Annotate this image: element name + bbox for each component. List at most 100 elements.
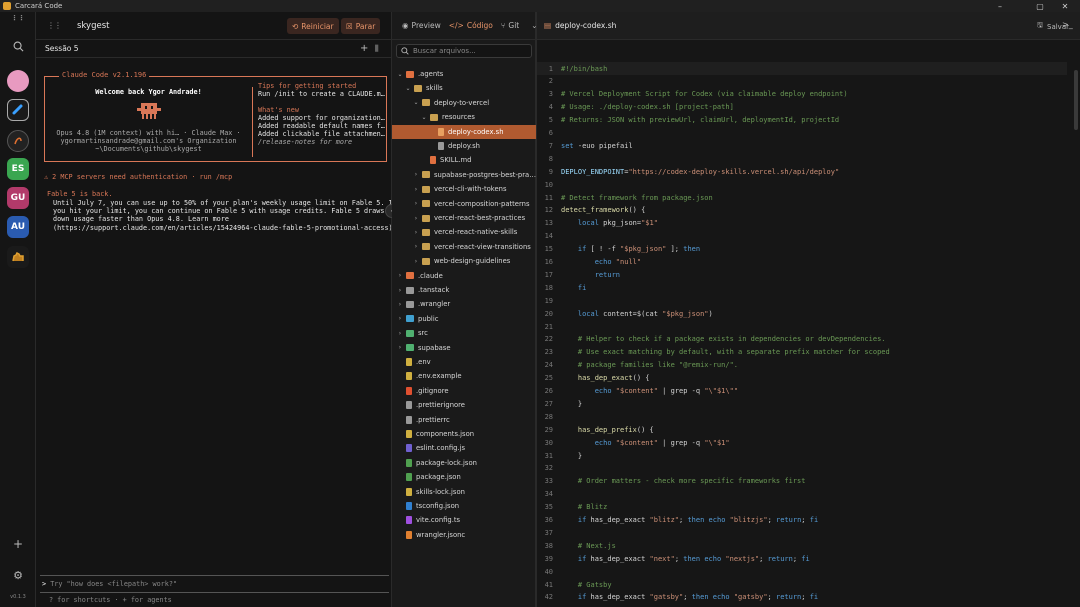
tree-file[interactable]: tsconfig.json (392, 499, 536, 513)
code-line[interactable]: 17 return (537, 268, 1067, 281)
tree-folder[interactable]: › web-design-guidelines (392, 254, 536, 268)
code-line[interactable]: 26 echo "$content" | grep -q "\"$1\"" (537, 385, 1067, 398)
code-line[interactable]: 14 (537, 230, 1067, 243)
tree-folder[interactable]: › .claude (392, 269, 536, 283)
tree-file[interactable]: .env.example (392, 369, 536, 383)
tree-folder[interactable]: ⌄ resources (392, 110, 536, 124)
code-line[interactable]: 30 echo "$content" | grep -q "\"$1" (537, 436, 1067, 449)
code-line[interactable]: 9 DEPLOY_ENDPOINT = "https://codex-deploy-s… (537, 165, 1067, 178)
code-line[interactable]: 13 local pkg_json= "$1" (537, 217, 1067, 230)
code-line[interactable]: 34 (537, 488, 1067, 501)
menu-grid-icon[interactable]: ⋮⋮ (47, 21, 62, 30)
code-line[interactable]: 41 # Gatsby (537, 578, 1067, 591)
code-line[interactable]: 16 echo "null" (537, 256, 1067, 269)
code-line[interactable]: 33 # Order matters - check more specific… (537, 475, 1067, 488)
settings-gear-icon[interactable]: ⚙ (7, 564, 29, 586)
code-line[interactable]: 10 (537, 178, 1067, 191)
editor-scrollbar[interactable] (1074, 70, 1078, 130)
code-line[interactable]: 36 if has_dep_exact "blitz"; then echo "… (537, 514, 1067, 527)
tree-file[interactable]: eslint.config.js (392, 441, 536, 455)
code-line[interactable]: 4 # Usage: ./deploy-codex.sh [project-pat… (537, 101, 1067, 114)
tree-file[interactable]: .gitignore (392, 384, 536, 398)
tree-folder[interactable]: › .tanstack (392, 283, 536, 297)
tree-file[interactable]: deploy.sh (392, 139, 536, 153)
minimize-button[interactable]: – (984, 0, 1016, 12)
tree-folder[interactable]: › vercel-composition-patterns (392, 197, 536, 211)
workspace-au[interactable]: AU (7, 216, 29, 238)
code-line[interactable]: 40 (537, 565, 1067, 578)
tree-file[interactable]: vite.config.ts (392, 513, 536, 527)
tree-folder[interactable]: › vercel-cli-with-tokens (392, 182, 536, 196)
stop-button[interactable]: ☒ Parar (341, 18, 381, 34)
code-line[interactable]: 15 if [ ! -f "$pkg_json" ]; then (537, 243, 1067, 256)
editor-tab[interactable]: ▤ deploy-codex.sh (544, 21, 616, 30)
code-line[interactable]: 25 has_dep_exact() { (537, 372, 1067, 385)
code-line[interactable]: 1 #!/bin/bash (537, 62, 1067, 75)
code-line[interactable]: 27 } (537, 397, 1067, 410)
search-icon[interactable] (7, 35, 29, 57)
tree-file[interactable]: package.json (392, 470, 536, 484)
tree-folder[interactable]: › public (392, 312, 536, 326)
code-line[interactable]: 2 (537, 75, 1067, 88)
new-session-button[interactable]: + (360, 43, 368, 54)
tab-preview[interactable]: ◉ Preview (402, 21, 441, 30)
code-line[interactable]: 28 (537, 410, 1067, 423)
code-line[interactable]: 32 (537, 462, 1067, 475)
restart-button[interactable]: ⟲ Reiniciar (287, 18, 339, 34)
code-line[interactable]: 6 (537, 127, 1067, 140)
code-line[interactable]: 29 has_dep_prefix() { (537, 423, 1067, 436)
code-line[interactable]: 19 (537, 294, 1067, 307)
code-line[interactable]: 20 local content=$(cat "$pkg_json") (537, 307, 1067, 320)
tree-file[interactable]: wrangler.jsonc (392, 528, 536, 542)
code-line[interactable]: 21 (537, 320, 1067, 333)
code-line[interactable]: 8 (537, 152, 1067, 165)
tree-file[interactable]: SKILL.md (392, 153, 536, 167)
code-line[interactable]: 3 # Vercel Deployment Script for Codex (v… (537, 88, 1067, 101)
code-line[interactable]: 23 # Use exact matching by default, with… (537, 346, 1067, 359)
tree-file[interactable]: components.json (392, 427, 536, 441)
tree-file[interactable]: package-lock.json (392, 456, 536, 470)
tree-folder[interactable]: › src (392, 326, 536, 340)
tree-file[interactable]: skills-lock.json (392, 485, 536, 499)
add-workspace-button[interactable]: + (7, 533, 29, 555)
code-line[interactable]: 5 # Returns: JSON with previewUrl, claimU… (537, 114, 1067, 127)
tree-folder[interactable]: › vercel-react-best-practices (392, 211, 536, 225)
code-line[interactable]: 7 set -euo pipefail (537, 139, 1067, 152)
code-line[interactable]: 11 # Detect framework from package.json (537, 191, 1067, 204)
avatar-pink[interactable] (7, 70, 29, 92)
code-line[interactable]: 39 if has_dep_exact "next"; then echo "n… (537, 552, 1067, 565)
code-line[interactable]: 31 } (537, 449, 1067, 462)
tree-folder[interactable]: ⌄ deploy-to-vercel (392, 96, 536, 110)
close-button[interactable]: ✕ (1050, 0, 1080, 12)
tree-folder[interactable]: › supabase (392, 341, 536, 355)
terminal-toggle-icon[interactable]: >_ (1062, 20, 1073, 29)
code-line[interactable]: 38 # Next.js (537, 539, 1067, 552)
tree-folder[interactable]: ⌄ skills (392, 81, 536, 95)
workspace-gu[interactable]: GU (7, 187, 29, 209)
tab-git[interactable]: ⑂ Git (501, 21, 519, 30)
code-line[interactable]: 18 fi (537, 281, 1067, 294)
avatar-dark[interactable] (7, 130, 29, 152)
prompt-input[interactable]: > Try "how does <filepath> work?" (40, 578, 389, 590)
tree-file[interactable]: .env (392, 355, 536, 369)
tree-file[interactable]: deploy-codex.sh (392, 124, 536, 139)
code-line[interactable]: 12 detect_framework() { (537, 204, 1067, 217)
tab-code[interactable]: </> Código (449, 21, 493, 30)
tree-folder[interactable]: › .wrangler (392, 297, 536, 311)
tree-folder[interactable]: › supabase-postgres-best-pra… (392, 168, 536, 182)
code-line[interactable]: 37 (537, 526, 1067, 539)
drag-handle-icon[interactable]: ⋮⋮ (7, 12, 29, 24)
tree-file[interactable]: .prettierignore (392, 398, 536, 412)
tree-folder[interactable]: › vercel-react-view-transitions (392, 240, 536, 254)
avatar-blue[interactable] (7, 99, 29, 121)
tree-folder[interactable]: › vercel-react-native-skills (392, 225, 536, 239)
code-line[interactable]: 35 # Blitz (537, 501, 1067, 514)
code-line[interactable]: 24 # package families like "@remix-run/"… (537, 359, 1067, 372)
camel-icon[interactable] (7, 246, 29, 268)
code-line[interactable]: 42 if has_dep_exact "gatsby"; then echo … (537, 591, 1067, 604)
sessions-list-icon[interactable]: ⫼ (375, 44, 379, 54)
file-search-input[interactable]: Buscar arquivos... (396, 44, 532, 58)
tree-file[interactable]: .prettierrc (392, 413, 536, 427)
code-line[interactable]: 22 # Helper to check if a package exists… (537, 333, 1067, 346)
workspace-es[interactable]: ES (7, 158, 29, 180)
